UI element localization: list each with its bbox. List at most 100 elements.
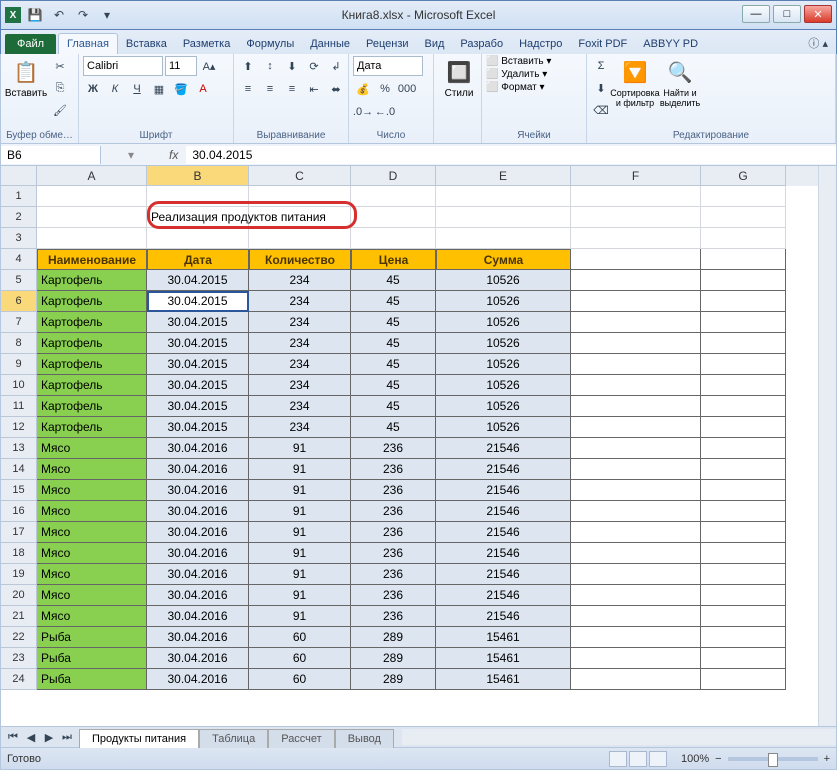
cell[interactable]: Картофель xyxy=(37,291,147,312)
cell[interactable] xyxy=(701,564,786,585)
cell[interactable]: Картофель xyxy=(37,375,147,396)
maximize-button[interactable]: □ xyxy=(773,5,801,23)
cell[interactable] xyxy=(701,354,786,375)
tab-foxit[interactable]: Foxit PDF xyxy=(570,34,635,54)
column-header-F[interactable]: F xyxy=(571,166,701,186)
cell[interactable]: 289 xyxy=(351,669,436,690)
cell[interactable] xyxy=(571,270,701,291)
column-header-B[interactable]: B xyxy=(147,166,249,186)
cell[interactable] xyxy=(571,438,701,459)
tab-dev[interactable]: Разрабо xyxy=(452,34,511,54)
cell[interactable]: 236 xyxy=(351,522,436,543)
cell[interactable] xyxy=(701,459,786,480)
cell[interactable] xyxy=(571,375,701,396)
cell[interactable] xyxy=(571,312,701,333)
autosum-icon[interactable]: Σ xyxy=(591,56,611,76)
cell[interactable] xyxy=(436,207,571,228)
cell[interactable] xyxy=(571,186,701,207)
cell[interactable]: 30.04.2016 xyxy=(147,438,249,459)
cell[interactable]: 21546 xyxy=(436,522,571,543)
cell[interactable]: 234 xyxy=(249,396,351,417)
sheet-tab-active[interactable]: Продукты питания xyxy=(79,729,199,748)
cell[interactable]: Картофель xyxy=(37,417,147,438)
zoom-in-icon[interactable]: + xyxy=(824,753,830,765)
tab-nav-prev[interactable]: ◀ xyxy=(23,729,39,745)
row-header[interactable]: 10 xyxy=(1,375,37,396)
row-header[interactable]: 20 xyxy=(1,585,37,606)
tab-nav-first[interactable]: ⏮ xyxy=(5,729,21,745)
cell[interactable]: 236 xyxy=(351,459,436,480)
cell[interactable] xyxy=(701,417,786,438)
cell[interactable]: 10526 xyxy=(436,354,571,375)
cell[interactable]: 10526 xyxy=(436,312,571,333)
cell[interactable] xyxy=(37,186,147,207)
cell[interactable] xyxy=(351,207,436,228)
cell[interactable] xyxy=(701,249,786,270)
cell[interactable]: 45 xyxy=(351,417,436,438)
zoom-out-icon[interactable]: − xyxy=(715,753,721,765)
cell[interactable]: 30.04.2015 xyxy=(147,375,249,396)
cell[interactable]: 234 xyxy=(249,354,351,375)
cell[interactable] xyxy=(249,207,351,228)
cell[interactable] xyxy=(571,648,701,669)
cell[interactable]: 21546 xyxy=(436,459,571,480)
cell[interactable]: 236 xyxy=(351,585,436,606)
cell[interactable] xyxy=(571,585,701,606)
cell[interactable]: 30.04.2016 xyxy=(147,648,249,669)
cell[interactable]: 45 xyxy=(351,270,436,291)
tab-review[interactable]: Рецензи xyxy=(358,34,417,54)
cell[interactable]: 30.04.2016 xyxy=(147,501,249,522)
close-button[interactable]: ✕ xyxy=(804,5,832,23)
cell[interactable] xyxy=(37,207,147,228)
row-header[interactable]: 11 xyxy=(1,396,37,417)
zoom-level[interactable]: 100% xyxy=(681,753,709,765)
cell[interactable]: Рыба xyxy=(37,627,147,648)
cell[interactable]: Картофель xyxy=(37,396,147,417)
cell[interactable] xyxy=(571,228,701,249)
row-header[interactable]: 23 xyxy=(1,648,37,669)
cell[interactable]: 30.04.2015 xyxy=(147,354,249,375)
row-header[interactable]: 16 xyxy=(1,501,37,522)
cell[interactable]: Мясо xyxy=(37,459,147,480)
cell[interactable]: Сумма xyxy=(436,249,571,270)
cell[interactable]: 234 xyxy=(249,312,351,333)
cell[interactable]: 30.04.2015 xyxy=(147,291,249,312)
cell[interactable]: 91 xyxy=(249,585,351,606)
cell[interactable]: Мясо xyxy=(37,522,147,543)
cell[interactable]: 91 xyxy=(249,543,351,564)
cell[interactable]: 236 xyxy=(351,438,436,459)
cell[interactable] xyxy=(571,291,701,312)
row-header[interactable]: 18 xyxy=(1,543,37,564)
row-header[interactable]: 21 xyxy=(1,606,37,627)
cell[interactable]: 45 xyxy=(351,375,436,396)
cell[interactable]: Наименование xyxy=(37,249,147,270)
cell[interactable] xyxy=(701,396,786,417)
cell[interactable]: 21546 xyxy=(436,438,571,459)
cell[interactable] xyxy=(571,333,701,354)
column-header-A[interactable]: A xyxy=(37,166,147,186)
wrap-text-icon[interactable]: ↲ xyxy=(326,56,346,76)
cell[interactable] xyxy=(571,627,701,648)
cell[interactable]: 45 xyxy=(351,354,436,375)
cell[interactable] xyxy=(571,396,701,417)
cell[interactable]: 10526 xyxy=(436,291,571,312)
cell[interactable] xyxy=(147,186,249,207)
cell[interactable]: 10526 xyxy=(436,333,571,354)
cell[interactable]: 30.04.2016 xyxy=(147,585,249,606)
cell[interactable] xyxy=(571,459,701,480)
cell[interactable] xyxy=(701,333,786,354)
cell[interactable]: Картофель xyxy=(37,270,147,291)
indent-dec-icon[interactable]: ⇤ xyxy=(304,79,324,99)
cell[interactable]: Мясо xyxy=(37,480,147,501)
tab-insert[interactable]: Вставка xyxy=(118,34,175,54)
cut-icon[interactable]: ✂ xyxy=(50,56,70,76)
cell[interactable] xyxy=(701,543,786,564)
cell[interactable] xyxy=(147,228,249,249)
cell[interactable] xyxy=(701,207,786,228)
fx-icon[interactable]: fx xyxy=(161,148,186,162)
inc-decimal-icon[interactable]: .0→ xyxy=(353,102,373,122)
cells-format[interactable]: ⬜ Формат ▾ xyxy=(486,82,545,93)
row-header[interactable]: 2 xyxy=(1,207,37,228)
column-header-C[interactable]: C xyxy=(249,166,351,186)
cell[interactable] xyxy=(701,375,786,396)
